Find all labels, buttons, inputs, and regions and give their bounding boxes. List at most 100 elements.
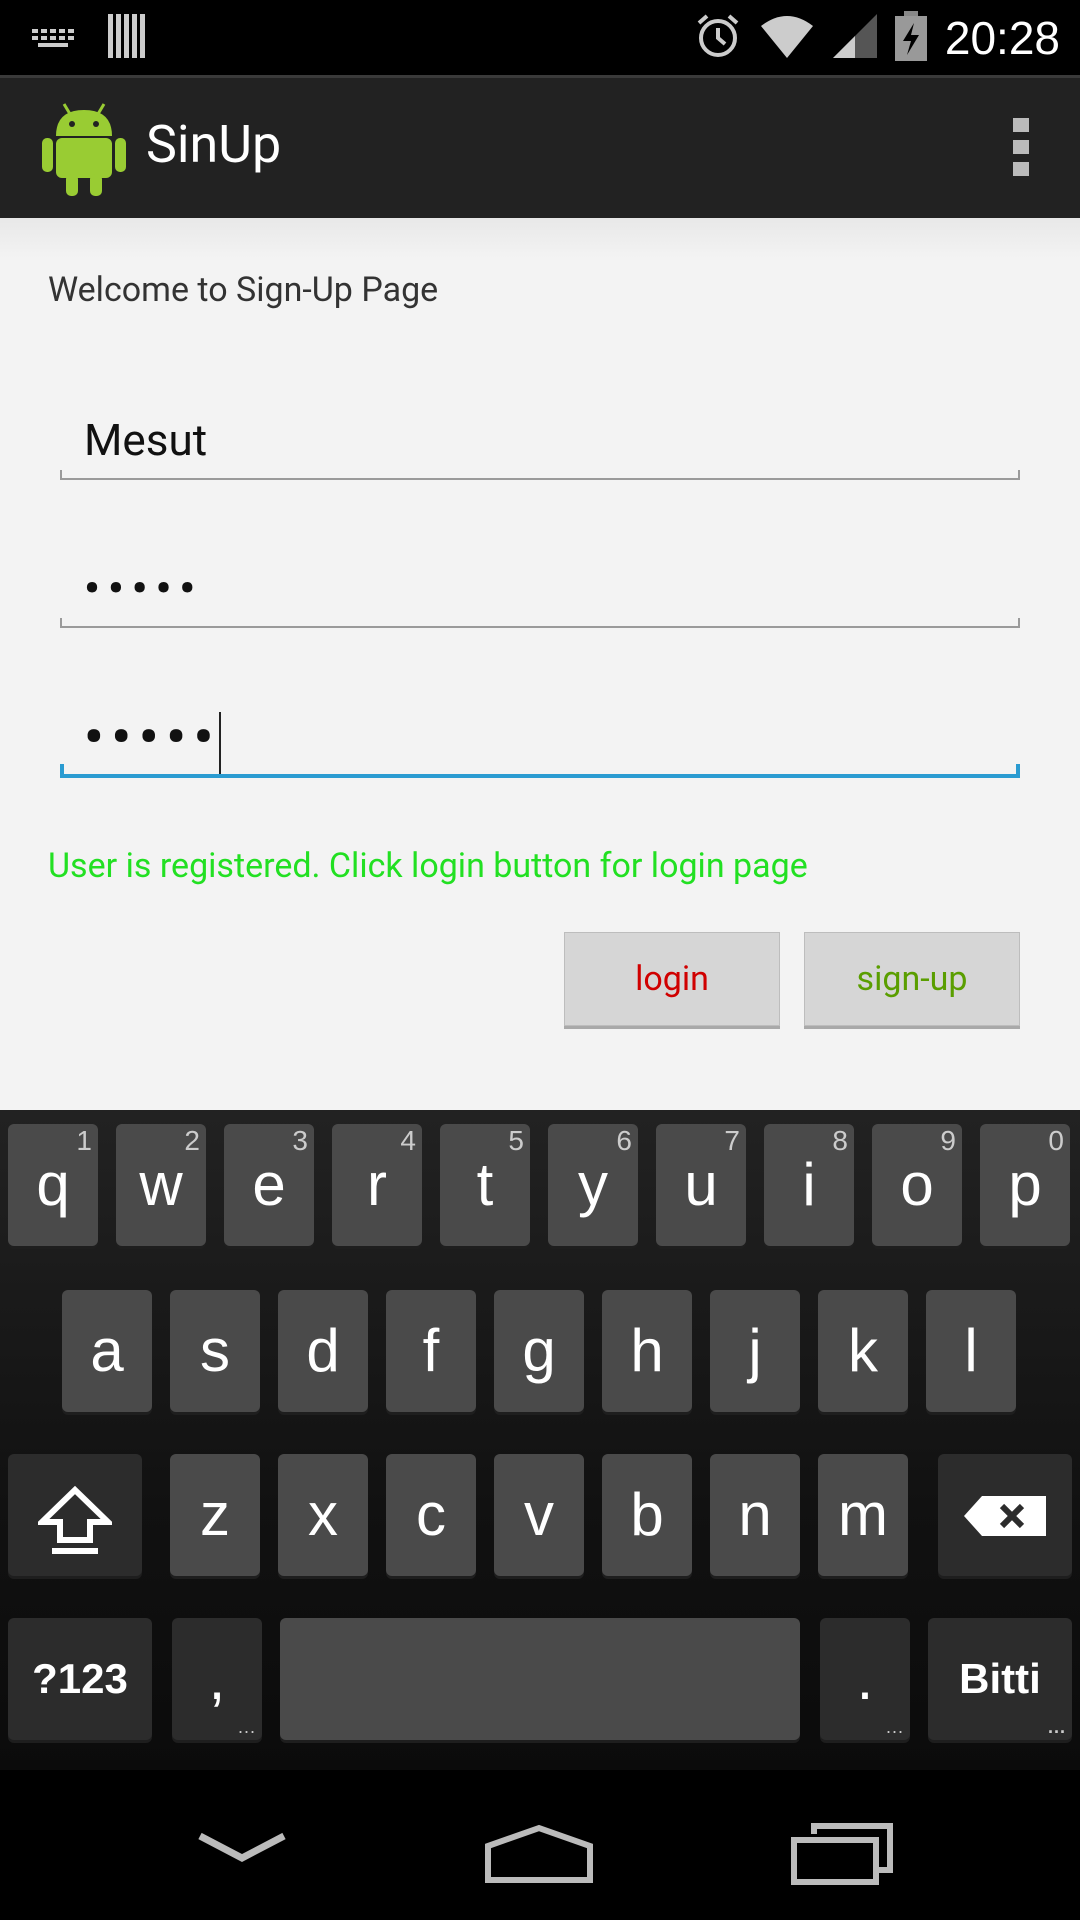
overflow-menu-icon[interactable] bbox=[1010, 118, 1032, 182]
key-label: v bbox=[524, 1481, 554, 1548]
key-label: i bbox=[802, 1151, 816, 1218]
key-label: q bbox=[36, 1151, 70, 1218]
soft-keyboard: ?123 , ... . ... Bitti ... q1w2e3r4t5y6u… bbox=[0, 1110, 1080, 1770]
key-label: y bbox=[578, 1151, 608, 1218]
more-keys-indicator: ... bbox=[885, 1717, 904, 1737]
shift-icon bbox=[38, 1486, 112, 1554]
alarm-icon bbox=[695, 13, 741, 63]
period-key-label: . bbox=[856, 1645, 874, 1712]
recents-icon[interactable] bbox=[790, 1822, 894, 1890]
key-label: r bbox=[367, 1151, 387, 1218]
backspace-key[interactable] bbox=[938, 1454, 1072, 1576]
key-y[interactable]: y6 bbox=[548, 1124, 638, 1246]
home-icon[interactable] bbox=[484, 1824, 594, 1888]
key-hint: 5 bbox=[508, 1125, 524, 1156]
space-key[interactable] bbox=[280, 1618, 800, 1740]
key-label: x bbox=[308, 1481, 338, 1548]
key-v[interactable]: v bbox=[494, 1454, 584, 1576]
key-j[interactable]: j bbox=[710, 1290, 800, 1412]
done-key-label: Bitti bbox=[959, 1655, 1041, 1702]
battery-charging-icon bbox=[894, 10, 927, 65]
key-x[interactable]: x bbox=[278, 1454, 368, 1576]
key-f[interactable]: f bbox=[386, 1290, 476, 1412]
key-label: c bbox=[416, 1481, 446, 1548]
symbols-key[interactable]: ?123 bbox=[8, 1618, 152, 1740]
key-u[interactable]: u7 bbox=[656, 1124, 746, 1246]
key-label: o bbox=[900, 1151, 934, 1218]
key-label: a bbox=[90, 1317, 124, 1384]
key-q[interactable]: q1 bbox=[8, 1124, 98, 1246]
key-label: m bbox=[838, 1481, 888, 1548]
password-field[interactable]: ••••• bbox=[60, 548, 1020, 628]
key-w[interactable]: w2 bbox=[116, 1124, 206, 1246]
username-value: Mesut bbox=[84, 414, 208, 466]
key-n[interactable]: n bbox=[710, 1454, 800, 1576]
status-bar: 20:28 bbox=[0, 0, 1080, 75]
welcome-text: Welcome to Sign-Up Page bbox=[48, 270, 439, 310]
key-hint: 6 bbox=[616, 1125, 632, 1156]
key-c[interactable]: c bbox=[386, 1454, 476, 1576]
key-i[interactable]: i8 bbox=[764, 1124, 854, 1246]
action-bar: SinUp bbox=[0, 75, 1080, 218]
key-h[interactable]: h bbox=[602, 1290, 692, 1412]
period-key[interactable]: . ... bbox=[820, 1618, 910, 1740]
key-label: b bbox=[630, 1481, 664, 1548]
key-label: e bbox=[252, 1151, 286, 1218]
password-value: ••••• bbox=[84, 562, 204, 614]
confirm-password-value: ••••• bbox=[84, 706, 222, 769]
key-a[interactable]: a bbox=[62, 1290, 152, 1412]
key-t[interactable]: t5 bbox=[440, 1124, 530, 1246]
key-label: k bbox=[848, 1317, 878, 1384]
key-l[interactable]: l bbox=[926, 1290, 1016, 1412]
done-key[interactable]: Bitti ... bbox=[928, 1618, 1072, 1740]
key-hint: 9 bbox=[940, 1125, 956, 1156]
key-o[interactable]: o9 bbox=[872, 1124, 962, 1246]
key-e[interactable]: e3 bbox=[224, 1124, 314, 1246]
key-s[interactable]: s bbox=[170, 1290, 260, 1412]
key-label: h bbox=[630, 1317, 664, 1384]
key-r[interactable]: r4 bbox=[332, 1124, 422, 1246]
key-label: u bbox=[684, 1151, 718, 1218]
signal-icon bbox=[832, 13, 877, 62]
confirm-password-field[interactable]: ••••• bbox=[60, 698, 1020, 778]
keyboard-icon bbox=[30, 21, 78, 55]
key-label: j bbox=[748, 1317, 762, 1384]
more-keys-indicator: ... bbox=[1047, 1717, 1066, 1737]
key-d[interactable]: d bbox=[278, 1290, 368, 1412]
comma-key[interactable]: , ... bbox=[172, 1618, 262, 1740]
key-label: w bbox=[139, 1151, 183, 1218]
back-icon[interactable] bbox=[196, 1830, 288, 1868]
key-label: l bbox=[964, 1317, 978, 1384]
username-field[interactable]: Mesut bbox=[60, 400, 1020, 480]
key-m[interactable]: m bbox=[818, 1454, 908, 1576]
key-g[interactable]: g bbox=[494, 1290, 584, 1412]
android-icon bbox=[42, 100, 126, 196]
key-label: t bbox=[476, 1151, 494, 1218]
wifi-icon bbox=[759, 14, 815, 62]
key-hint: 4 bbox=[400, 1125, 416, 1156]
key-hint: 2 bbox=[184, 1125, 200, 1156]
backspace-icon bbox=[964, 1496, 1046, 1536]
registration-status: User is registered. Click login button f… bbox=[48, 846, 808, 886]
key-label: f bbox=[422, 1317, 440, 1384]
key-z[interactable]: z bbox=[170, 1454, 260, 1576]
key-hint: 7 bbox=[724, 1125, 740, 1156]
key-label: d bbox=[306, 1317, 340, 1384]
key-k[interactable]: k bbox=[818, 1290, 908, 1412]
shift-key[interactable] bbox=[8, 1454, 142, 1576]
text-cursor bbox=[219, 712, 222, 775]
key-label: g bbox=[522, 1317, 556, 1384]
key-label: z bbox=[200, 1481, 230, 1548]
key-hint: 1 bbox=[76, 1125, 92, 1156]
login-button[interactable]: login bbox=[564, 932, 780, 1026]
signup-form: Welcome to Sign-Up Page Mesut ••••• ••••… bbox=[0, 218, 1080, 1110]
key-hint: 3 bbox=[292, 1125, 308, 1156]
key-p[interactable]: p0 bbox=[980, 1124, 1070, 1246]
barcode-icon bbox=[108, 14, 146, 62]
comma-key-label: , bbox=[208, 1645, 226, 1712]
key-hint: 8 bbox=[832, 1125, 848, 1156]
key-b[interactable]: b bbox=[602, 1454, 692, 1576]
sign-up-button[interactable]: sign-up bbox=[804, 932, 1020, 1026]
navigation-bar bbox=[0, 1770, 1080, 1920]
more-keys-indicator: ... bbox=[237, 1717, 256, 1737]
